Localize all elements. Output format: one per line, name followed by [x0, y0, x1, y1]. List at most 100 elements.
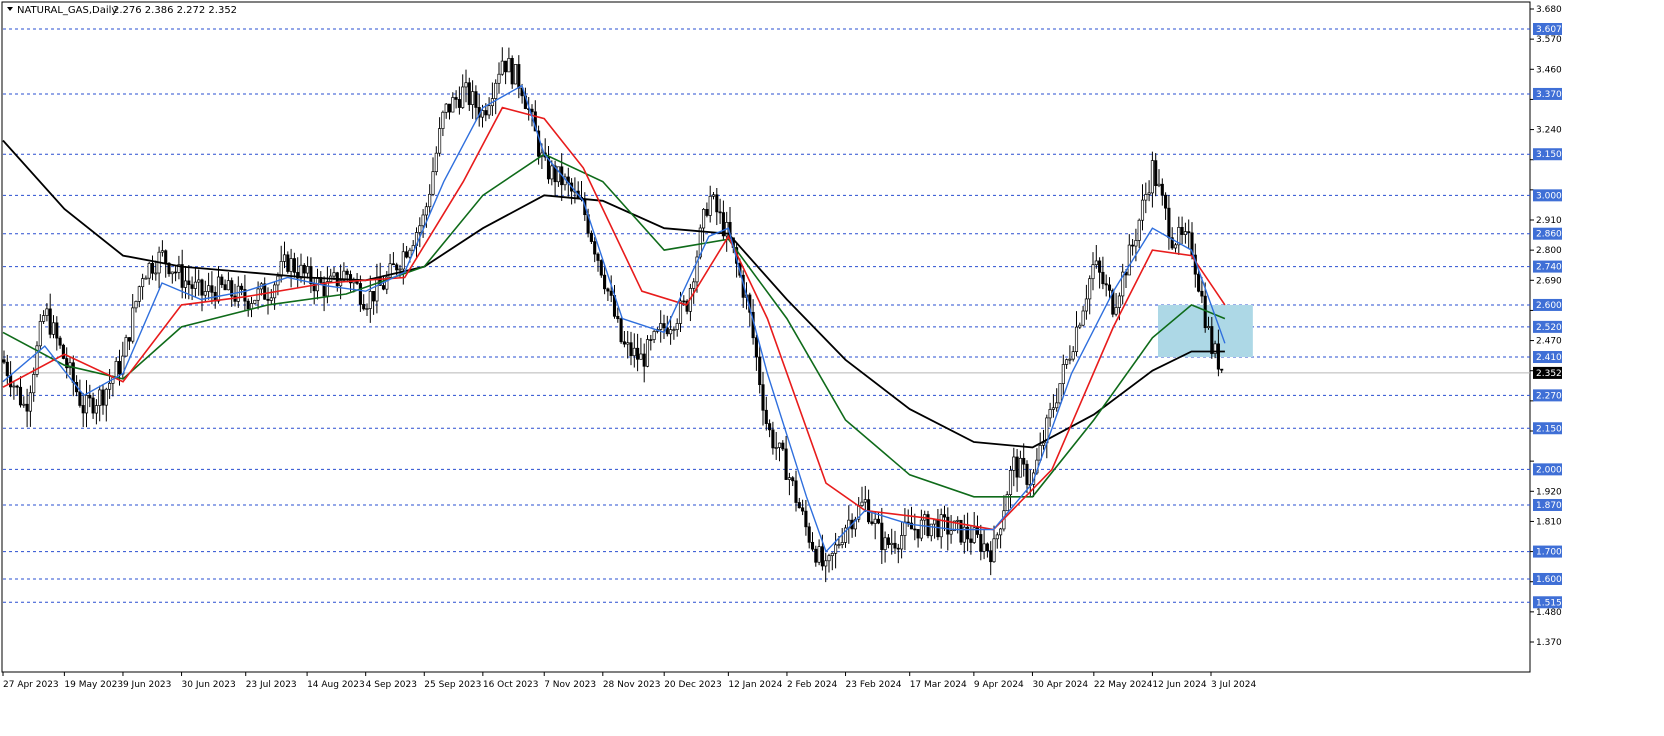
candle-body — [761, 384, 765, 411]
price-chart[interactable]: 3.680 3.570 3.460 3.240 2.910 2.800 2.690 2.470… — [0, 0, 1664, 736]
candle-body — [38, 321, 42, 347]
time-axis: 27 Apr 2023 19 May 2023 9 Jun 2023 30 Jun 2… — [2, 672, 1256, 690]
candle-body — [1180, 227, 1184, 235]
candle-body — [1065, 359, 1069, 365]
candle-body — [652, 331, 656, 340]
candle-body — [530, 108, 534, 113]
candle-body — [55, 322, 59, 339]
ytick-label: 2.470 — [1536, 337, 1562, 347]
candle-body — [210, 285, 214, 293]
candle-body — [484, 110, 488, 116]
candle-body — [834, 544, 838, 554]
candle-body — [279, 261, 283, 277]
candle-body — [1197, 273, 1201, 292]
candle-body — [629, 342, 633, 357]
candle-body — [286, 254, 290, 272]
ytick-label: 3.460 — [1536, 65, 1562, 75]
candle-body — [596, 253, 600, 261]
candle-body — [619, 318, 623, 343]
candle-body — [1150, 160, 1154, 194]
candle-body — [1137, 219, 1141, 241]
candle-body — [916, 529, 920, 539]
level-label: 3.150 — [1536, 150, 1562, 160]
candle-body — [896, 547, 900, 550]
candle-body — [705, 209, 709, 216]
candle-body — [1094, 260, 1098, 266]
symbol-label: NATURAL_GAS,Daily — [17, 5, 117, 16]
candle-body — [246, 300, 250, 310]
candle-body — [903, 521, 907, 536]
level-label: 1.600 — [1536, 575, 1562, 585]
candle-body — [642, 353, 646, 367]
candle-body — [810, 541, 815, 550]
candle-body — [164, 250, 168, 264]
candle-body — [358, 283, 362, 305]
candle-body — [517, 64, 521, 89]
ytick-label: 2.800 — [1536, 246, 1562, 256]
candle-body — [405, 251, 409, 258]
candle-body — [669, 329, 673, 335]
candle-body — [659, 323, 663, 330]
candle-body — [494, 82, 498, 99]
level-label: 1.700 — [1536, 548, 1562, 558]
level-label: 2.600 — [1536, 301, 1562, 311]
candle-body — [982, 543, 986, 552]
candle-body — [365, 308, 369, 310]
candle-body — [78, 391, 82, 406]
candle-body — [398, 268, 402, 271]
candle-body — [391, 263, 395, 266]
candle-body — [1104, 283, 1108, 286]
candle-body — [104, 388, 108, 406]
candle-body — [15, 385, 19, 388]
candle-body — [893, 542, 897, 549]
candle-body — [827, 555, 831, 562]
candle-body — [434, 152, 438, 173]
candle-body — [1140, 199, 1145, 221]
candle-body — [863, 499, 867, 503]
candle-body — [942, 514, 947, 518]
candle-body — [45, 308, 49, 316]
candle-body — [395, 264, 399, 271]
candle-body — [81, 405, 85, 414]
candle-body — [220, 276, 224, 286]
xtick-label: 23 Jul 2023 — [246, 680, 297, 690]
candle-body — [408, 249, 412, 258]
xtick-label: 9 Apr 2024 — [974, 680, 1024, 690]
candle-body — [645, 339, 650, 367]
candle-body — [985, 543, 989, 552]
candle-body — [1131, 244, 1135, 247]
candle-body — [672, 329, 676, 331]
candle-body — [992, 538, 996, 563]
candle-body — [1134, 240, 1138, 247]
candle-body — [28, 392, 32, 412]
xtick-label: 30 Apr 2024 — [1032, 680, 1088, 690]
candle-body — [269, 297, 273, 301]
candle-body — [702, 209, 706, 229]
candle-body — [1008, 469, 1013, 495]
candle-body — [913, 528, 917, 531]
candle-body — [837, 544, 841, 546]
candle-body — [682, 300, 686, 303]
candle-body — [292, 258, 296, 273]
candle-body — [1220, 368, 1224, 371]
candle-body — [636, 347, 640, 360]
candle-body — [170, 271, 174, 275]
level-label: 2.270 — [1536, 391, 1562, 401]
candle-body — [956, 519, 960, 522]
candle-body — [616, 315, 620, 320]
candle-body — [1183, 231, 1187, 235]
candle-body — [883, 537, 887, 550]
xtick-label: 7 Nov 2023 — [544, 680, 596, 690]
candle-body — [754, 337, 758, 358]
candle-body — [969, 538, 973, 543]
candle-body — [438, 128, 442, 154]
candle-body — [675, 323, 679, 330]
candle-body — [1084, 298, 1088, 312]
candle-body — [794, 480, 798, 503]
candle-body — [606, 288, 610, 292]
candle-body — [18, 386, 23, 406]
candle-body — [929, 523, 933, 537]
candle-body — [48, 308, 52, 335]
candle-body — [1117, 295, 1121, 308]
candle-body — [282, 254, 287, 262]
